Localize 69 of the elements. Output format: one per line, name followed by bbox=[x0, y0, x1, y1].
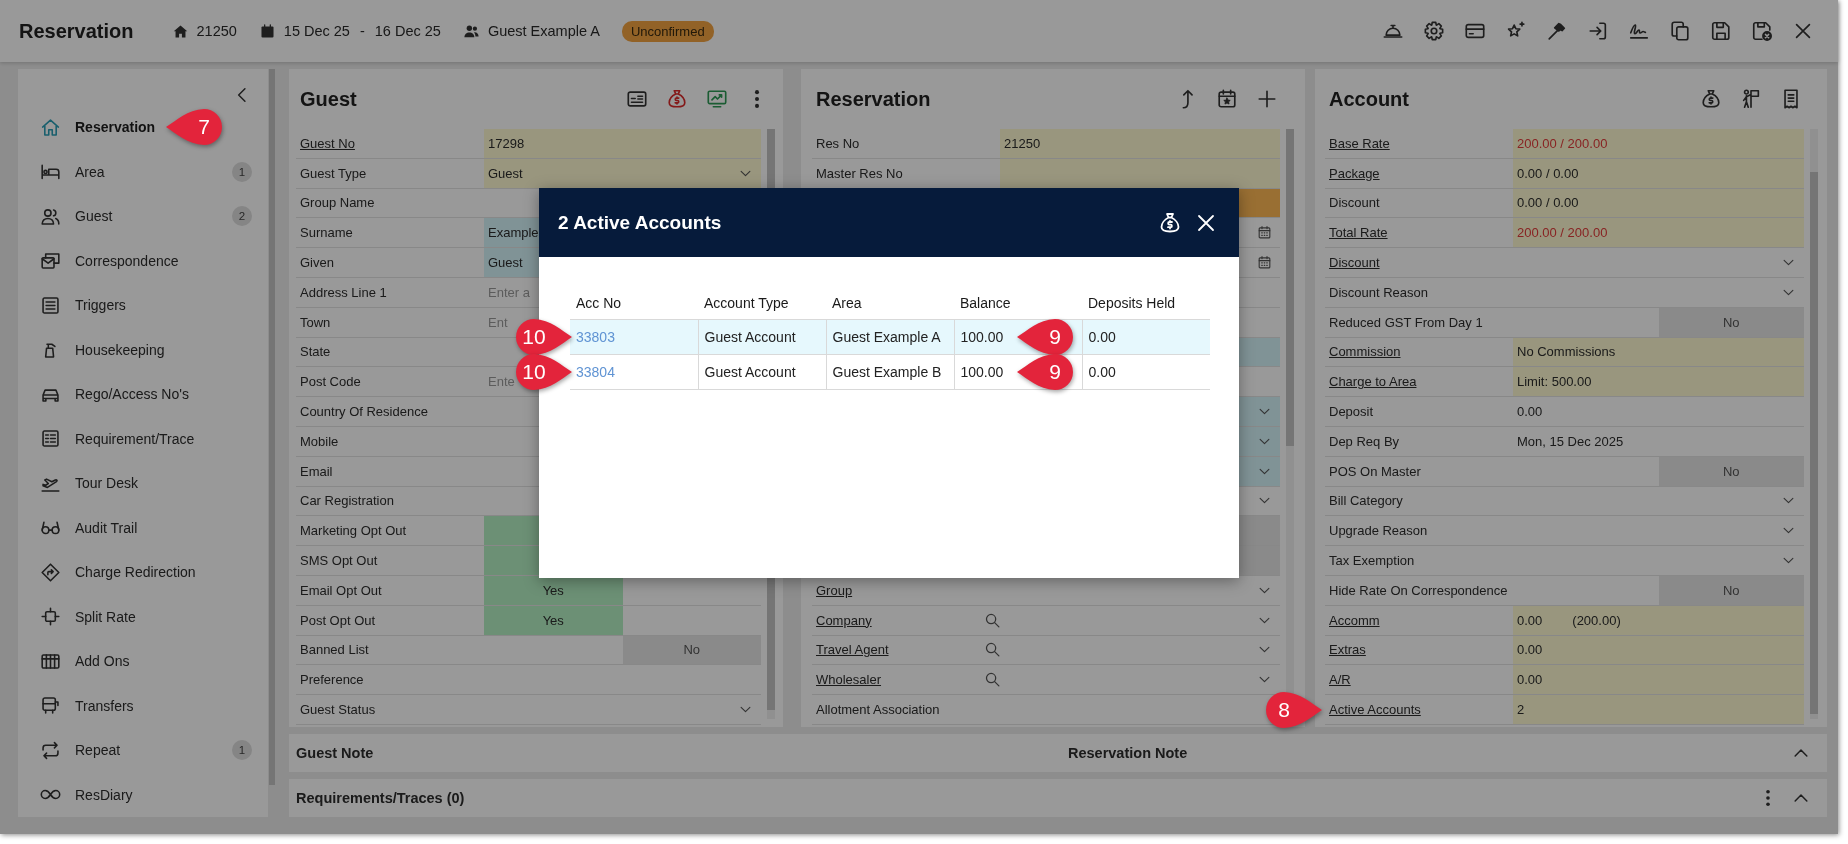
field-label: Marketing Opt Out bbox=[300, 523, 407, 539]
field-label: SMS Opt Out bbox=[300, 553, 378, 569]
field-label: Dep Req By bbox=[1329, 433, 1400, 449]
field-label: Master Res No bbox=[816, 165, 903, 181]
field-value: 0.00 bbox=[1517, 612, 1543, 628]
field-value: (200.00) bbox=[1572, 612, 1621, 628]
table-text: Guest Example A bbox=[832, 328, 941, 345]
field-label: Town bbox=[300, 314, 331, 330]
table-text: Guest Account bbox=[704, 328, 796, 345]
field-label: State bbox=[300, 344, 331, 360]
callout-marker: 10 bbox=[515, 352, 573, 391]
table-text: 100.00 bbox=[960, 328, 1004, 345]
modal-title: 2 Active Accounts bbox=[558, 211, 722, 234]
count-badge: 2 bbox=[232, 206, 252, 227]
callout-marker: 9 bbox=[1016, 317, 1074, 356]
field-label: Country Of Residence bbox=[300, 404, 428, 420]
field-label: Deposit bbox=[1329, 404, 1374, 420]
field-label: Mobile bbox=[300, 433, 339, 449]
field-label: Tax Exemption bbox=[1329, 553, 1415, 569]
count-badge: 1 bbox=[232, 161, 252, 182]
callout-marker: 8 bbox=[1265, 690, 1323, 729]
field-label: Discount bbox=[1329, 195, 1380, 211]
field-label: Preference bbox=[300, 672, 364, 688]
page-title: Reservation bbox=[19, 19, 134, 43]
column-header: Acc No bbox=[570, 287, 698, 319]
field-label: Discount Reason bbox=[1329, 284, 1428, 300]
departure-date: 16 Dec 25 bbox=[374, 23, 441, 39]
guest-name: Guest Example A bbox=[487, 23, 600, 39]
field-label: Reduced GST From Day 1 bbox=[1329, 314, 1483, 330]
table-text: 0.00 bbox=[1088, 363, 1116, 380]
count-badge: 1 bbox=[232, 740, 252, 761]
panel-title: Reservation bbox=[816, 87, 931, 111]
panel-title: Account bbox=[1329, 87, 1409, 111]
table-text: 100.00 bbox=[960, 363, 1004, 380]
table-text: Guest Example B bbox=[832, 363, 942, 380]
field-label: Given bbox=[300, 255, 334, 271]
field-label: Bill Category bbox=[1329, 493, 1403, 509]
field-label: Group Name bbox=[300, 195, 375, 211]
field-label: Email bbox=[300, 463, 333, 479]
callout-marker: 10 bbox=[515, 317, 573, 356]
reservation-number: 21250 bbox=[196, 23, 237, 39]
field-label: Email Opt Out bbox=[300, 582, 382, 598]
column-header: Balance bbox=[954, 287, 1082, 319]
field-label: Res No bbox=[816, 135, 860, 151]
field-label: Post Opt Out bbox=[300, 612, 376, 628]
field-value: 0.00 bbox=[1517, 404, 1543, 420]
field-label: Allotment Association bbox=[816, 702, 940, 718]
callout-marker: 9 bbox=[1016, 352, 1074, 391]
column-header: Area bbox=[826, 287, 954, 319]
field-label: Car Registration bbox=[300, 493, 394, 509]
field-label: Banned List bbox=[300, 642, 369, 658]
field-label: POS On Master bbox=[1329, 463, 1421, 479]
field-label: Post Code bbox=[300, 374, 361, 390]
field-label: Guest Type bbox=[300, 165, 367, 181]
date-separator: - bbox=[359, 23, 365, 39]
status-badge: Unconfirmed bbox=[621, 20, 714, 42]
field-label: Guest Status bbox=[300, 702, 376, 718]
field-label: Hide Rate On Correspondence bbox=[1329, 582, 1508, 598]
column-header: Deposits Held bbox=[1082, 287, 1210, 319]
field-label: Address Line 1 bbox=[300, 284, 387, 300]
table-text: 0.00 bbox=[1088, 328, 1116, 345]
field-label: Surname bbox=[300, 225, 353, 241]
callout-marker: 7 bbox=[165, 108, 224, 147]
field-label: Upgrade Reason bbox=[1329, 523, 1428, 539]
column-header: Account Type bbox=[698, 287, 826, 319]
panel-title: Guest bbox=[300, 87, 357, 111]
field-value: Mon, 15 Dec 2025 bbox=[1517, 433, 1624, 449]
table-text: Guest Account bbox=[704, 363, 796, 380]
arrival-date: 15 Dec 25 bbox=[283, 23, 350, 39]
